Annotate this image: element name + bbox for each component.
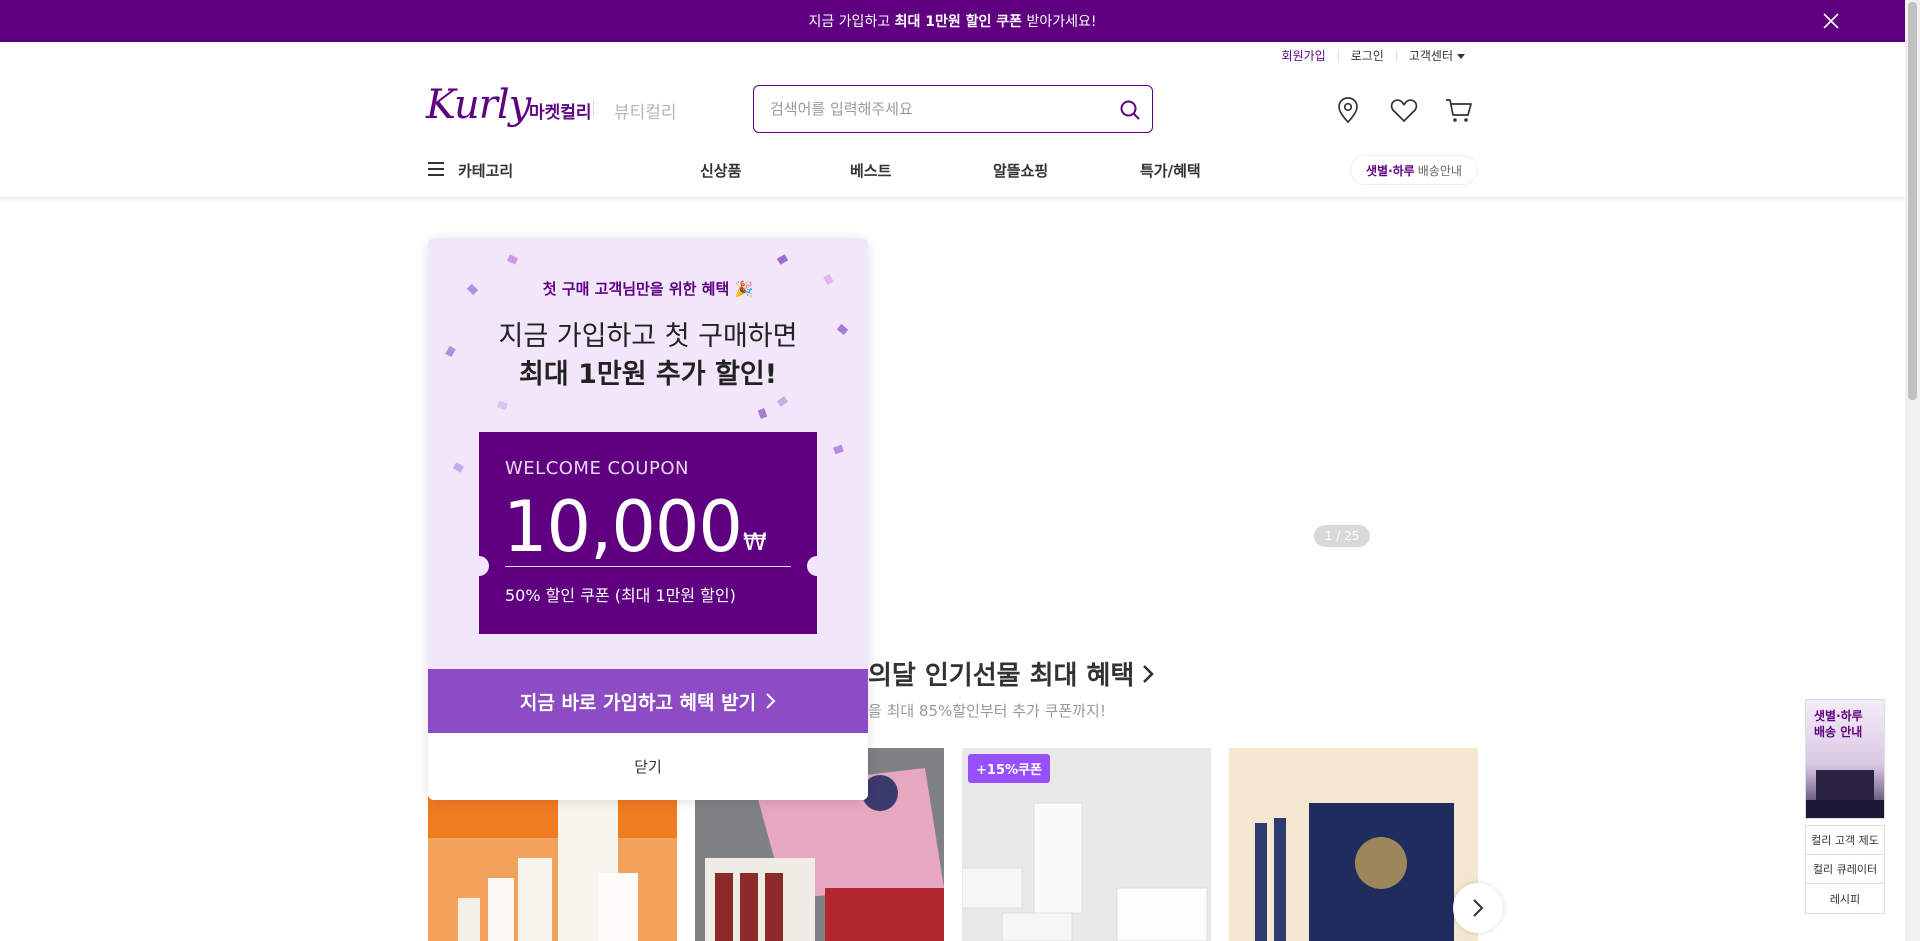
nav-item-special[interactable]: 특가/혜택	[1140, 160, 1201, 181]
side-banner-text: 샛별·하루 배송 안내	[1814, 709, 1863, 739]
confetti-decoration	[776, 396, 789, 407]
product-card[interactable]: +15%쿠폰	[962, 748, 1211, 941]
util-links: 회원가입 로그인 고객센터	[1270, 50, 1477, 62]
side-menu-item[interactable]: 컬리 큐레이터	[1806, 855, 1884, 884]
coupon-notch	[469, 556, 489, 576]
confetti-decoration	[776, 254, 789, 265]
coupon-amount: 10,000	[503, 486, 743, 568]
scroll-thumb[interactable]	[1908, 2, 1917, 400]
coupon-badge: +15%쿠폰	[968, 754, 1050, 783]
signup-promo-modal: 첫 구매 고객님만을 위한 혜택 🎉 지금 가입하고 첫 구매하면 최대 1만원…	[428, 238, 868, 800]
coupon-divider	[505, 566, 791, 567]
chevron-down-icon	[1457, 53, 1465, 59]
carousel-next-button[interactable]	[1453, 883, 1503, 933]
location-icon[interactable]	[1332, 94, 1364, 126]
search-icon[interactable]	[1118, 98, 1142, 122]
confetti-decoration	[452, 462, 465, 473]
product-card[interactable]	[1229, 748, 1478, 941]
modal-small-title: 첫 구매 고객님만을 위한 혜택 🎉	[542, 280, 754, 298]
side-menu-item[interactable]: 레시피	[1806, 884, 1884, 913]
search-input[interactable]	[768, 96, 1098, 122]
heart-icon[interactable]	[1388, 94, 1420, 126]
modal-headline-1: 지금 가입하고 첫 구매하면	[498, 321, 798, 352]
section-title[interactable]: 의달 인기선물 최대 혜택	[868, 655, 1156, 692]
coupon-label: WELCOME COUPON	[505, 458, 689, 479]
tab-divider	[593, 101, 594, 115]
tab-market-kurly[interactable]: 마켓컬리	[529, 98, 592, 123]
welcome-coupon: WELCOME COUPON 10,000 ₩ 50% 할인 쿠폰 (최대 1만…	[469, 432, 827, 634]
chevron-right-icon	[1473, 899, 1484, 917]
side-delivery-banner[interactable]: 샛별·하루 배송 안내	[1805, 699, 1885, 819]
product-image	[1229, 748, 1478, 941]
search-box	[753, 85, 1153, 133]
main-nav: 카테고리 신상품 베스트 알뜰쇼핑 특가/혜택 샛별·하루 배송안내	[0, 148, 1905, 198]
page-scrollbar[interactable]	[1905, 0, 1920, 941]
chevron-right-icon	[1143, 664, 1155, 683]
promo-text: 지금 가입하고 최대 1만원 할인 쿠폰 받아가세요!	[808, 14, 1097, 30]
truck-icon	[1806, 770, 1884, 818]
nav-item-sale[interactable]: 알뜰쇼핑	[993, 160, 1048, 181]
tab-beauty-kurly[interactable]: 뷰티컬리	[614, 98, 677, 123]
modal-hero: 첫 구매 고객님만을 위한 혜택 🎉 지금 가입하고 첫 구매하면 최대 1만원…	[428, 238, 868, 669]
side-menu-item[interactable]: 컬리 고객 제도	[1806, 826, 1884, 855]
modal-headline-2: 최대 1만원 추가 할인!	[518, 359, 778, 390]
signup-link[interactable]: 회원가입	[1270, 50, 1338, 62]
coupon-notch	[807, 556, 827, 576]
banner-page-indicator: 1 / 25	[1314, 525, 1370, 547]
nav-category[interactable]: 카테고리	[458, 160, 513, 181]
nav-item-best[interactable]: 베스트	[850, 160, 891, 181]
confetti-decoration	[833, 444, 844, 455]
hamburger-icon[interactable]	[428, 162, 444, 176]
confetti-decoration	[506, 254, 519, 265]
confetti-decoration	[497, 400, 508, 411]
modal-close-button[interactable]: 닫기	[428, 733, 868, 800]
close-icon[interactable]	[1821, 11, 1841, 31]
confetti-decoration	[757, 408, 768, 419]
chevron-right-icon	[766, 693, 776, 709]
delivery-info-pill[interactable]: 샛별·하루 배송안내	[1350, 155, 1478, 185]
nav-item-new[interactable]: 신상품	[700, 160, 741, 181]
coupon-description: 50% 할인 쿠폰 (최대 1만원 할인)	[505, 586, 736, 605]
side-menu: 컬리 고객 제도 컬리 큐레이터 레시피	[1805, 825, 1885, 914]
kurly-logo[interactable]: Kurly	[426, 82, 531, 128]
section-subtitle: 을 최대 85%할인부터 추가 쿠폰까지!	[868, 702, 1106, 720]
customer-center-menu[interactable]: 고객센터	[1395, 50, 1477, 62]
login-link[interactable]: 로그인	[1337, 50, 1396, 62]
cart-icon[interactable]	[1443, 94, 1475, 126]
coupon-currency: ₩	[743, 528, 767, 556]
signup-benefit-button[interactable]: 지금 바로 가입하고 혜택 받기	[428, 669, 868, 733]
top-promo-banner[interactable]: 지금 가입하고 최대 1만원 할인 쿠폰 받아가세요!	[0, 0, 1905, 42]
